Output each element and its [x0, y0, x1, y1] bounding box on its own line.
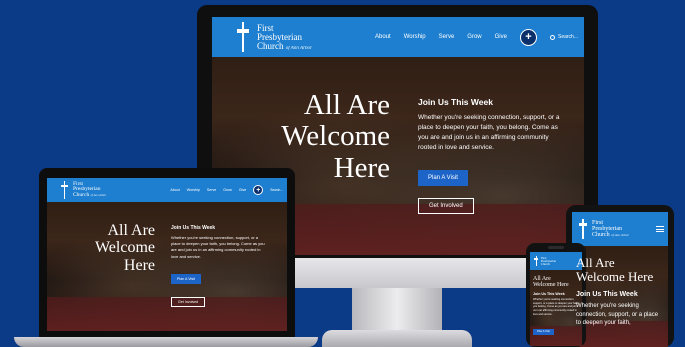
- search-input[interactable]: Search...: [549, 34, 578, 40]
- join-title: Join Us This Week: [576, 291, 638, 298]
- phone-notch: [548, 246, 564, 249]
- get-involved-button[interactable]: Get Involved: [418, 198, 474, 215]
- headline-line-2: Welcome: [94, 239, 155, 257]
- nav-item-about[interactable]: About: [170, 188, 179, 192]
- headline-line-1: All Are: [576, 255, 615, 270]
- plus-button[interactable]: +: [519, 28, 537, 46]
- join-text: Whether you're seeking connection, suppo…: [533, 298, 579, 316]
- join-panel: Join Us This Week Whether you're seeking…: [576, 291, 664, 328]
- laptop-site-logo[interactable]: First Presbyterian Church of Ann Arbor: [59, 181, 106, 199]
- logo-line-3: Church: [73, 191, 90, 198]
- hero-headline: All Are Welcome Here: [576, 255, 654, 285]
- logo-line-3: Church: [257, 40, 284, 51]
- nav-item-worship[interactable]: Worship: [404, 34, 426, 40]
- phone-site-screen: First Presbyterian Church All Are Welcom…: [530, 252, 582, 346]
- search-icon: [549, 34, 555, 40]
- laptop-hero: All Are Welcome Here Join Us This Week W…: [47, 202, 287, 331]
- tablet-site-screen: First Presbyterian Church of Ann Arbor A…: [572, 212, 668, 347]
- headline-line-2: Welcome: [281, 120, 390, 153]
- tablet-hero: All Are Welcome Here Join Us This Week W…: [572, 246, 668, 347]
- join-panel: Join Us This Week Whether you're seeking…: [418, 97, 568, 215]
- join-text: Whether you're seeking connection, suppo…: [418, 114, 560, 152]
- headline-line-2: Welcome Here: [576, 269, 654, 285]
- phone-site-logo[interactable]: First Presbyterian Church: [533, 256, 556, 266]
- cross-icon: [234, 22, 252, 52]
- cross-icon: [533, 256, 539, 266]
- desktop-monitor-foot: [322, 330, 472, 347]
- join-panel: Join Us This Week Whether you're seeking…: [533, 292, 579, 337]
- cross-icon: [59, 181, 70, 199]
- plan-visit-button[interactable]: Plan A Visit: [418, 170, 468, 187]
- plan-visit-button[interactable]: Plan A Visit: [171, 273, 201, 284]
- headline-line-1: All Are: [107, 222, 155, 239]
- logo-line-3: Church: [592, 232, 610, 238]
- search-placeholder: Search...: [557, 34, 578, 40]
- logo-line-3: Church: [541, 261, 550, 266]
- laptop-main-menu: About Worship Serve Grow Give + Search..…: [170, 185, 283, 195]
- headline-line-1: All Are: [303, 89, 390, 121]
- nav-item-serve[interactable]: Serve: [207, 188, 216, 192]
- laptop-nav-bar: First Presbyterian Church of Ann Arbor A…: [47, 178, 287, 202]
- nav-item-about[interactable]: About: [375, 34, 391, 40]
- phone-hero: All Are Welcome Here Join Us This Week W…: [530, 270, 582, 346]
- nav-item-grow[interactable]: Grow: [467, 34, 481, 40]
- hero-headline: All Are Welcome Here: [95, 222, 155, 274]
- desktop-monitor-stand: [352, 288, 442, 335]
- tablet-nav-bar: First Presbyterian Church of Ann Arbor: [572, 212, 668, 246]
- menu-icon[interactable]: [656, 226, 664, 232]
- desktop-nav-bar: First Presbyterian Church of Ann Arbor A…: [212, 17, 584, 57]
- nav-item-give[interactable]: Give: [495, 34, 507, 40]
- headline-line-2: Welcome Here: [533, 282, 569, 289]
- nav-item-serve[interactable]: Serve: [439, 34, 455, 40]
- laptop-base: [14, 337, 318, 347]
- desktop-site-logo[interactable]: First Presbyterian Church of Ann Arbor: [234, 22, 312, 52]
- get-involved-button[interactable]: Get Involved: [171, 296, 206, 307]
- logo-subtitle: of Ann Arbor: [90, 192, 107, 197]
- join-title: Join Us This Week: [418, 97, 493, 107]
- nav-item-grow[interactable]: Grow: [223, 188, 232, 192]
- logo-subtitle: of Ann Arbor: [285, 45, 312, 51]
- laptop-site-screen: First Presbyterian Church of Ann Arbor A…: [47, 178, 287, 331]
- join-title: Join Us This Week: [171, 225, 216, 231]
- search-input[interactable]: Search...: [270, 188, 283, 192]
- logo-subtitle: of Ann Arbor: [611, 233, 629, 237]
- join-panel: Join Us This Week Whether you're seeking…: [171, 225, 267, 308]
- nav-item-give[interactable]: Give: [239, 188, 246, 192]
- plus-button[interactable]: +: [253, 185, 264, 195]
- join-text: Whether you're seeking connection, suppo…: [171, 235, 265, 259]
- hero-headline: All Are Welcome Here: [281, 89, 390, 184]
- nav-item-worship[interactable]: Worship: [187, 188, 200, 192]
- hero-headline: All Are Welcome Here: [533, 276, 569, 289]
- desktop-main-menu: About Worship Serve Grow Give + Search..…: [375, 28, 578, 46]
- join-title: Join Us This Week: [533, 292, 565, 296]
- phone-nav-bar: First Presbyterian Church: [530, 252, 582, 270]
- devices-mockup: First Presbyterian Church of Ann Arbor A…: [0, 0, 685, 347]
- join-text: Whether you're seeking connection, suppo…: [576, 303, 659, 327]
- tablet-site-logo[interactable]: First Presbyterian Church of Ann Arbor: [577, 219, 629, 239]
- headline-line-3: Here: [333, 151, 390, 184]
- headline-line-3: Here: [123, 256, 155, 274]
- cross-icon: [577, 219, 589, 239]
- plan-visit-button[interactable]: Plan A Visit: [533, 328, 554, 335]
